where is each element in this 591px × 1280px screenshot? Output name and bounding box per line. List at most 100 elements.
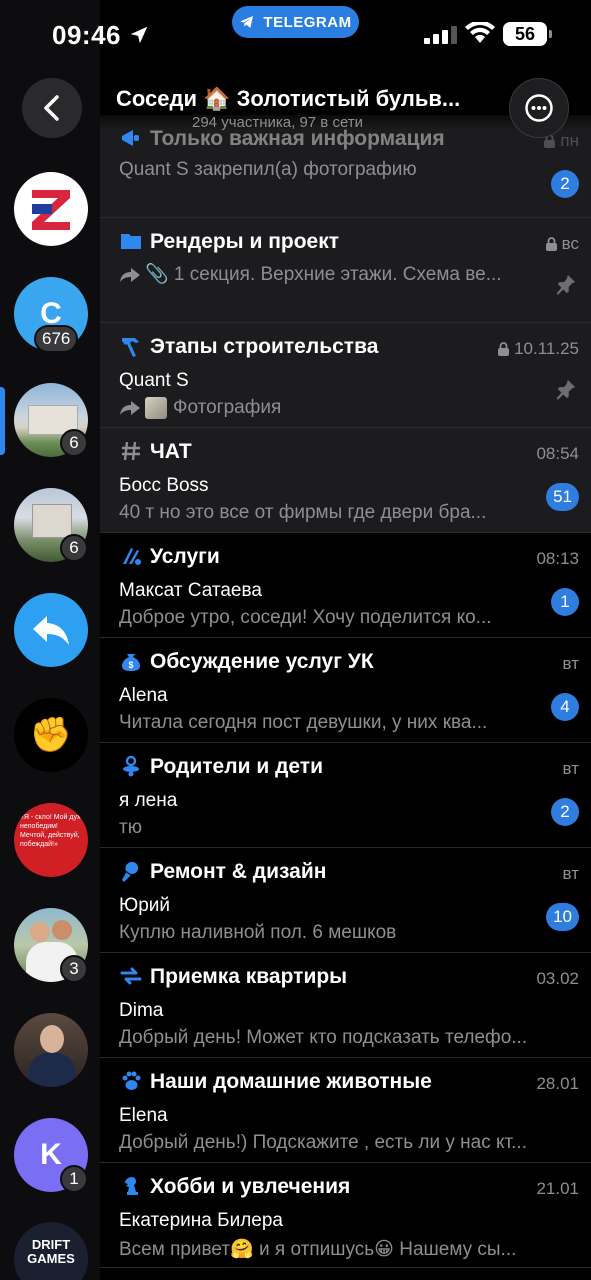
topic-row[interactable]: Ремонт & дизайн вт Юрий Куплю наливной пол.… <box>100 848 591 953</box>
topic-title: Приемка квартиры <box>150 965 348 988</box>
topic-preview-text: Доброе утро, соседи! Хочу поделится ко..… <box>119 607 492 628</box>
topic-sender: Босс Boss <box>119 475 209 496</box>
topic-time: вт <box>563 654 579 674</box>
telegram-pill[interactable]: TELEGRAM <box>232 6 359 38</box>
topic-sender: Elena <box>119 1105 168 1126</box>
topic-row[interactable]: Услуги 08:13 Максат Сатаева Доброе утро, со… <box>100 533 591 638</box>
topic-row[interactable]: ЧАТ 08:54 Босс Boss 40 т но это все от фирм… <box>100 428 591 533</box>
chat-title: Соседи 🏠 Золотистый бульв... <box>116 86 461 111</box>
sidebar-badge: 3 <box>60 955 88 983</box>
topic-row[interactable]: Наши домашние животные 28.01 Elena Добрый д… <box>100 1058 591 1163</box>
topic-time-text: 28.01 <box>536 1074 579 1093</box>
topic-title: Обсуждение услуг УК <box>150 650 374 673</box>
topic-sender: Alena <box>119 685 168 706</box>
sidebar-avatar-woman[interactable] <box>14 1013 88 1087</box>
pin-icon <box>556 379 576 400</box>
topic-preview: Доброе утро, соседи! Хочу поделится ко..… <box>119 607 539 629</box>
topic-preview: Добрый день!) Подскажите , есть ли у нас… <box>119 1132 539 1154</box>
topic-sender: Юрий <box>119 895 170 916</box>
topic-title: Рендеры и проект <box>150 230 340 253</box>
topic-title: Наши домашние животные <box>150 1070 432 1093</box>
topic-list: Только важная информация пн Quant S закреп… <box>100 115 591 1268</box>
pacifier-icon <box>118 753 144 779</box>
clock: 09:46 <box>52 20 121 50</box>
topic-time: 10.11.25 <box>497 339 579 359</box>
sidebar-avatar-drift-games[interactable]: DRIFT GAMES <box>14 1222 88 1280</box>
topic-preview: 40 т но это все от фирмы где двери бра..… <box>119 502 539 524</box>
money-bag-icon: $ <box>118 648 144 674</box>
sidebar-avatar-fist[interactable]: ✊ <box>14 698 88 772</box>
topic-preview: тю <box>119 817 539 839</box>
topic-row[interactable]: Приемка квартиры 03.02 Dima Добрый день! Мо… <box>100 953 591 1058</box>
sidebar-badge: 6 <box>60 429 88 457</box>
topic-preview-text: Quant S закрепил(а) фотографию <box>119 159 417 180</box>
topic-title: Родители и дети <box>150 755 323 778</box>
topic-row[interactable]: Родители и дети вт я лена тю 2 <box>100 743 591 848</box>
topic-preview: Всем привет🤗 и я отпишусь😀 Нашему сы... <box>119 1237 539 1261</box>
topic-title: ЧАТ <box>150 440 192 463</box>
topic-sender: Максат Сатаева <box>119 580 262 601</box>
topic-time-text: вс <box>561 234 579 253</box>
topic-row[interactable]: Рендеры и проект вс 📎 1 секция. Верхние эт… <box>100 218 591 323</box>
hash-icon <box>118 438 144 464</box>
sidebar-avatar-reply[interactable] <box>14 593 88 667</box>
unread-badge: 4 <box>551 693 579 721</box>
topic-preview: Фотография <box>119 397 539 419</box>
pin-icon <box>556 274 576 295</box>
chevron-left-icon <box>44 95 59 121</box>
more-options-button[interactable] <box>509 78 569 138</box>
chess-knight-icon <box>118 1173 144 1199</box>
sidebar-avatar-z[interactable] <box>14 172 88 246</box>
topic-title: Этапы строительства <box>150 335 379 358</box>
topic-preview-text: Фотография <box>173 397 282 419</box>
topic-time: 21.01 <box>536 1179 579 1199</box>
app-pill-label: TELEGRAM <box>263 13 352 31</box>
topic-time: 08:54 <box>536 444 579 464</box>
topic-time-text: 10.11.25 <box>514 339 579 358</box>
topic-preview-text: 📎 1 секция. Верхние этажи. Схема ве... <box>145 264 502 285</box>
active-indicator <box>0 387 5 455</box>
topic-time-text: вт <box>562 654 579 673</box>
sidebar-badge: 676 <box>34 325 79 353</box>
topic-row[interactable]: $ Обсуждение услуг УК вт Alena Читала сегодн… <box>100 638 591 743</box>
reply-arrow-icon <box>33 616 69 645</box>
topic-time-text: 08:13 <box>536 549 579 568</box>
sidebar-avatar-red-poster[interactable]: «Я - скло! Мой дух непобедим! Мечтой, де… <box>14 803 88 877</box>
wifi-icon <box>465 22 495 43</box>
topic-time-text: вт <box>562 759 579 778</box>
topic-preview: Куплю наливной пол. 6 мешков <box>119 922 539 944</box>
unread-badge: 10 <box>546 903 579 931</box>
sidebar-badge: 1 <box>60 1165 88 1193</box>
hammer-icon <box>118 333 144 359</box>
avatar-letter: K <box>40 1138 62 1171</box>
topic-sender: я лена <box>119 790 178 811</box>
photo-thumbnail <box>145 397 167 419</box>
topic-sender: Quant S <box>119 370 189 391</box>
poster-text: «Я - скло! Мой дух непобедим! Мечтой, де… <box>20 814 81 848</box>
topic-row[interactable]: Хобби и увлечения 21.01 Екатерина Билера Вс… <box>100 1163 591 1268</box>
paw-icon <box>118 1068 144 1094</box>
unread-badge: 51 <box>546 483 579 511</box>
unread-badge: 2 <box>551 798 579 826</box>
topic-time: вс <box>545 234 579 254</box>
topic-preview-text: Добрый день! Может кто подсказать телефо… <box>119 1027 528 1048</box>
topic-time-text: 03.02 <box>536 969 579 988</box>
topic-time: 28.01 <box>536 1074 579 1094</box>
back-button[interactable] <box>22 78 82 138</box>
drift-games-logo: DRIFT GAMES <box>27 1237 75 1266</box>
topic-row[interactable]: Этапы строительства 10.11.25 Quant S Фотогр… <box>100 323 591 428</box>
topic-time: 03.02 <box>536 969 579 989</box>
lock-icon <box>545 237 557 251</box>
swap-arrows-icon <box>118 963 144 989</box>
topic-preview: 📎 1 секция. Верхние этажи. Схема ве... <box>119 262 539 286</box>
topic-sender: Екатерина Билера <box>119 1210 283 1231</box>
forward-icon <box>120 267 140 282</box>
topic-preview: Читала сегодня пост девушки, у них ква..… <box>119 712 539 734</box>
topic-sender: Dima <box>119 1000 164 1021</box>
status-bar: 09:46 TELEGRAM 56 <box>0 0 591 70</box>
topic-time-text: вт <box>562 864 579 883</box>
svg-text:$: $ <box>128 660 133 670</box>
battery-indicator: 56 <box>503 22 552 46</box>
cellular-signal-icon <box>424 26 457 44</box>
topic-preview-text: Всем привет🤗 и я отпишусь😀 Нашему сы... <box>119 1239 517 1260</box>
